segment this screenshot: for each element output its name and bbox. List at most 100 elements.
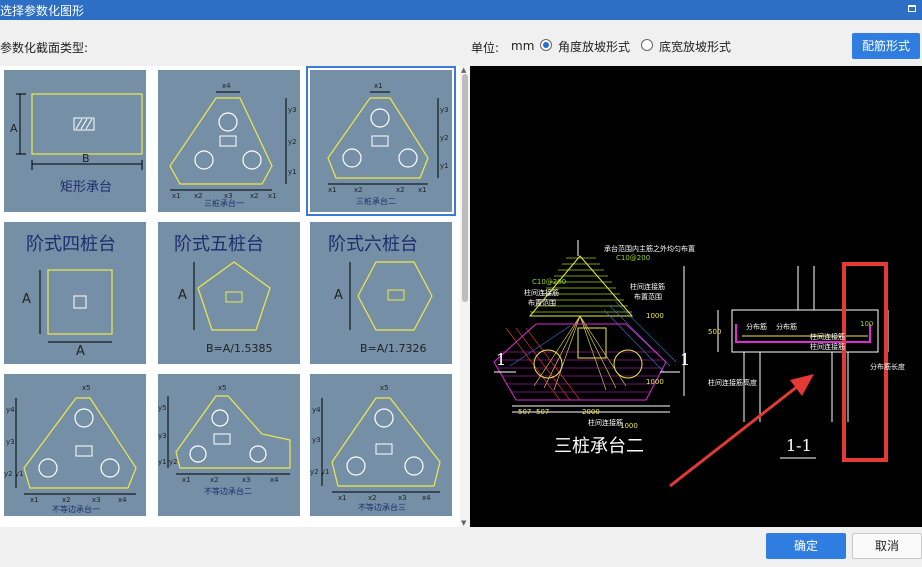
dim-x2b: x2 — [396, 186, 405, 194]
value-1000a: 1000 — [646, 312, 664, 320]
dim-a: A — [10, 122, 18, 135]
dim-x1: x1 — [374, 82, 383, 90]
thumb-stepped-five-pile[interactable]: 阶式五桩台 A B=A/1.5385 — [158, 222, 300, 364]
shape-grid: A B 矩形承台 x4 y3 y2 y1 x1 x2 x3 x2 x1 三桩承台… — [0, 66, 460, 527]
label-lap: 柱间连接筋 — [810, 333, 845, 341]
value-1000b: 1000 — [646, 378, 664, 386]
dim-x1: x1 — [338, 494, 347, 502]
window-title: 选择参数化图形 — [0, 4, 85, 18]
label-lap-2: 柱间连接筋 — [810, 343, 845, 351]
dim-x1: x1 — [30, 496, 39, 504]
dim-x4: x4 — [118, 496, 127, 504]
dim-x4: x4 — [422, 494, 431, 502]
dim-a-vert: A — [22, 292, 31, 307]
thumb-title: 阶式四桩台 — [26, 234, 116, 255]
thumb-rect-cap[interactable]: A B 矩形承台 — [4, 70, 146, 212]
dim-y2y1: y2 y1 — [4, 470, 24, 478]
radio-width-slope[interactable] — [641, 39, 653, 51]
title-bar: 选择参数化图形 — [0, 0, 922, 20]
dim-y2: y2 — [288, 138, 297, 146]
thumb-caption: 不等边承台二 — [204, 487, 252, 496]
section-marker-left: 1 — [496, 350, 507, 369]
section-type-label: 参数化截面类型: — [0, 41, 89, 55]
dim-y5: y5 — [158, 404, 167, 412]
label-side-vert: 柱间连接筋高度 — [708, 379, 757, 387]
thumb-caption: 矩形承台 — [60, 180, 113, 195]
dim-y3: y3 — [288, 106, 297, 114]
dim-x1: x1 — [182, 476, 191, 484]
thumb-stepped-six-pile[interactable]: 阶式六桩台 A B=A/1.7326 — [310, 222, 452, 364]
dim-a-horiz: A — [76, 344, 85, 359]
thumb-unequal-cap-2[interactable]: x5 y5 y3 y1 y2 x1 x2 x3 x4 不等边承台二 — [158, 374, 300, 516]
dim-x2: x2 — [354, 186, 363, 194]
dim-x2: x2 — [368, 494, 377, 502]
dim-x3: x3 — [398, 494, 407, 502]
ok-button[interactable]: 确定 — [766, 533, 846, 559]
formula: B=A/1.5385 — [206, 342, 273, 355]
dim-x3: x3 — [242, 476, 251, 484]
value-100: 100 — [860, 320, 874, 328]
dim-b: B — [82, 152, 90, 165]
label-rebar-vert: 分布筋长度 — [870, 363, 905, 371]
scroll-up-icon[interactable]: ▲ — [461, 66, 466, 74]
preview-section-label: 1-1 — [786, 436, 812, 455]
dialog-footer: 确定 取消 — [0, 527, 922, 567]
dim-x3: x3 — [92, 496, 101, 504]
thumb-unequal-cap-1[interactable]: x5 y4 y3 y2 y1 x1 x2 x3 x4 不等边承台一 — [4, 374, 146, 516]
grid-scrollbar[interactable]: ▲ ▼ — [460, 66, 470, 527]
thumb-unequal-cap-3[interactable]: x5 y4 y3 y2 y1 x1 x2 x3 x4 不等边承台三 — [310, 374, 452, 516]
thumb-caption: 不等边承台三 — [358, 503, 406, 512]
dim-y3: y3 — [312, 436, 321, 444]
note-top: 承台范围内主筋之外均匀布置 — [604, 245, 695, 253]
dim-x5: x5 — [218, 384, 227, 392]
thumb-stepped-four-pile[interactable]: 阶式四桩台 A A — [4, 222, 146, 364]
dim-x2: x2 — [194, 192, 203, 200]
dim-a: A — [178, 288, 187, 303]
dim-y1y2: y1 y2 — [158, 458, 178, 466]
preview-title: 三桩承台二 — [554, 436, 644, 457]
dim-y4: y4 — [312, 406, 321, 414]
maximize-icon[interactable] — [908, 5, 916, 12]
thumb-caption: 三桩承台一 — [204, 199, 244, 208]
dim-x2: x2 — [62, 496, 71, 504]
label-col-rebar: 柱间连接筋 — [524, 289, 559, 297]
three-pile-1-drawing — [169, 91, 287, 191]
spec-a: C10@200 — [532, 278, 567, 286]
label-range: 布置范围 — [528, 299, 556, 307]
value-507a: 507 — [518, 408, 532, 416]
value-500: 500 — [708, 328, 722, 336]
unequal-cap-1-drawing — [15, 397, 137, 495]
dim-x4: x4 — [270, 476, 279, 484]
dim-x1: x1 — [172, 192, 181, 200]
dim-y4: y4 — [6, 406, 15, 414]
radio-width-slope-label[interactable]: 底宽放坡形式 — [659, 38, 731, 55]
thumb-caption: 三桩承台二 — [356, 197, 396, 206]
thumb-title: 阶式五桩台 — [174, 234, 264, 255]
dim-x5: x5 — [380, 384, 389, 392]
radio-angle-slope[interactable] — [540, 39, 552, 51]
rebar-form-button[interactable]: 配筋形式 — [852, 33, 920, 59]
dim-y1: y1 — [440, 162, 449, 170]
dim-y2y1: y2 y1 — [310, 468, 330, 476]
dim-x1b: x1 — [328, 186, 337, 194]
label-bottom: 柱间连接筋 — [588, 419, 623, 427]
dim-x1b: x1 — [268, 192, 277, 200]
dim-a: A — [334, 288, 343, 303]
scroll-down-icon[interactable]: ▼ — [461, 519, 466, 527]
dim-y3: y3 — [158, 432, 167, 440]
cancel-button[interactable]: 取消 — [852, 533, 922, 559]
label-dist-a: 分布筋 — [746, 323, 767, 331]
dim-x1c: x1 — [418, 186, 427, 194]
cad-preview: 三桩承台二 1-1 1 1 承台范围内主筋之外均匀布置 C10@200 柱间连接… — [470, 66, 922, 527]
unit-value: mm — [511, 39, 535, 53]
scrollbar-thumb[interactable] — [462, 74, 468, 302]
dim-x2b: x2 — [250, 192, 259, 200]
thumb-three-pile-2[interactable]: x1 y3 y2 y1 x1 x2 x2 x1 三桩承台二 — [306, 66, 456, 216]
section-marker-right: 1 — [680, 350, 691, 369]
value-507b: 507 — [536, 408, 550, 416]
radio-angle-slope-label[interactable]: 角度放坡形式 — [558, 38, 630, 55]
formula: B=A/1.7326 — [360, 342, 427, 355]
dim-y3: y3 — [6, 438, 15, 446]
thumb-three-pile-1[interactable]: x4 y3 y2 y1 x1 x2 x3 x2 x1 三桩承台一 — [158, 70, 300, 212]
dim-x4: x4 — [222, 82, 231, 90]
